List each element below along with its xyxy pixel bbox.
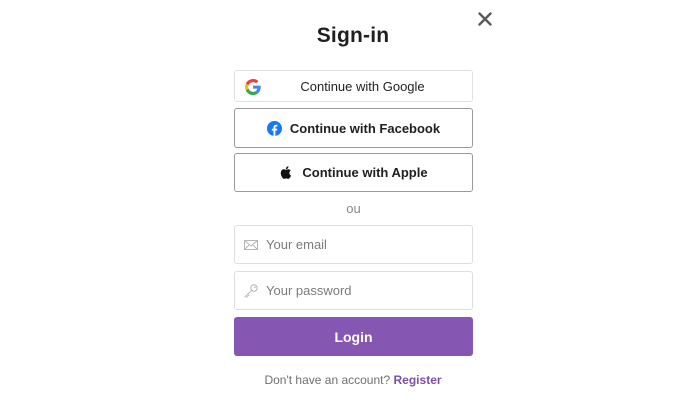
apple-button-label: Continue with Apple [302, 165, 428, 180]
envelope-icon [244, 239, 258, 250]
login-button[interactable]: Login [234, 317, 473, 356]
facebook-button-label: Continue with Facebook [289, 120, 441, 136]
page-title: Sign-in [316, 24, 390, 47]
divider-text: ou [346, 201, 361, 216]
email-field-container [234, 225, 473, 264]
email-field[interactable] [266, 237, 456, 252]
continue-with-facebook-button[interactable]: Continue with Facebook [234, 108, 473, 148]
password-field-container [234, 271, 473, 310]
facebook-icon [266, 120, 282, 136]
sign-in-modal: Sign-in Continue with Google Continue wi… [0, 0, 700, 400]
continue-with-apple-button[interactable]: Continue with Apple [234, 153, 473, 192]
google-button-label: Continue with Google [300, 78, 425, 94]
register-prompt-text: Don't have an account? [264, 373, 391, 387]
register-link[interactable]: Register [394, 373, 442, 387]
continue-with-google-button[interactable]: Continue with Google [234, 70, 473, 102]
apple-icon [281, 166, 292, 179]
register-prompt-line: Don't have an account? Register [0, 373, 700, 387]
password-field[interactable] [266, 283, 456, 298]
google-icon [245, 79, 261, 95]
key-icon [244, 283, 258, 298]
